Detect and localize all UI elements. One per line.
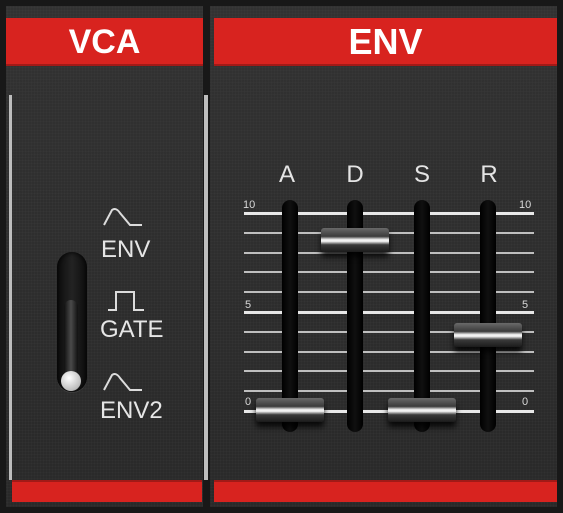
decay-label: D bbox=[346, 161, 364, 188]
sustain-slider-handle[interactable] bbox=[388, 398, 456, 422]
env-footer-strip bbox=[214, 480, 557, 502]
vca-title: VCA bbox=[68, 22, 141, 61]
scale-label-mid-right: 5 bbox=[522, 299, 529, 311]
env-option-label: ENV bbox=[101, 236, 151, 263]
attack-slider-handle[interactable] bbox=[256, 398, 324, 422]
left-edge-line bbox=[9, 95, 12, 480]
switch-lever[interactable] bbox=[64, 300, 78, 380]
scale-label-mid-left: 5 bbox=[245, 299, 252, 311]
switch-lever-knob[interactable] bbox=[61, 371, 81, 391]
env-header: ENV bbox=[214, 18, 557, 66]
synth-panel: VCA ENV ENV GATE ENV2 10 10 5 5 0 0 A D … bbox=[0, 0, 563, 513]
env-panel bbox=[210, 6, 557, 507]
release-slider-track[interactable] bbox=[480, 200, 496, 432]
scale-label-min-right: 0 bbox=[522, 396, 529, 408]
decay-slider-handle[interactable] bbox=[321, 227, 389, 252]
sustain-label: S bbox=[413, 161, 430, 188]
gate-option-label: GATE bbox=[100, 316, 164, 343]
scale-label-max-left: 10 bbox=[243, 199, 256, 211]
envelope-wave-icon bbox=[102, 205, 144, 227]
scale-label-min-left: 0 bbox=[245, 396, 252, 408]
envelope2-wave-icon bbox=[102, 370, 144, 392]
vca-footer-strip bbox=[12, 480, 202, 502]
release-label: R bbox=[480, 161, 498, 188]
env-title: ENV bbox=[348, 21, 423, 62]
env2-option-label: ENV2 bbox=[100, 397, 163, 424]
scale-label-max-right: 10 bbox=[519, 199, 532, 211]
attack-label: A bbox=[278, 161, 295, 188]
section-divider bbox=[204, 95, 208, 480]
gate-pulse-icon bbox=[106, 288, 146, 312]
vca-header: VCA bbox=[6, 18, 203, 66]
release-slider-handle[interactable] bbox=[454, 322, 522, 347]
